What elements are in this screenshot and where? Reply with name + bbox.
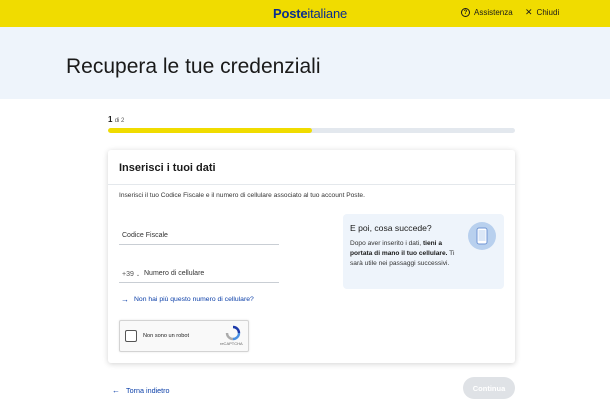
progress-bar — [108, 128, 515, 133]
poste-italiane-logo[interactable]: Posteitaliane — [273, 6, 347, 21]
chevron-down-icon: ⌄ — [135, 272, 141, 278]
form-title: Inserisci i tuoi dati — [119, 162, 216, 174]
step-total: di 2 — [114, 118, 125, 124]
recaptcha-icon — [225, 325, 241, 341]
phone-prefix-value: +39 — [122, 271, 134, 278]
phone-field[interactable]: +39 ⌄ Numero di cellulare — [119, 267, 279, 283]
step-current: 1 — [108, 115, 113, 124]
logo-light-text: italiane — [307, 6, 348, 21]
phone-prefix-select[interactable]: +39 ⌄ — [122, 271, 140, 278]
phone-icon — [468, 222, 496, 250]
question-circle-icon: ? — [461, 8, 470, 17]
info-box: E poi, cosa succede? Dopo aver inserito … — [343, 214, 504, 289]
hero-banner: Recupera le tue credenziali — [0, 27, 610, 99]
divider — [108, 184, 515, 185]
step-indicator: 1 di 2 — [108, 115, 124, 124]
page-title: Recupera le tue credenziali — [66, 55, 321, 78]
close-button[interactable]: ✕ Chiudi — [525, 7, 560, 18]
continue-button[interactable]: Continua — [463, 377, 515, 399]
arrow-right-icon: → — [121, 295, 129, 304]
info-text: Dopo aver inserito i dati, tieni a porta… — [350, 239, 460, 269]
phone-illustration — [476, 227, 488, 245]
back-link[interactable]: ← Torna indietro — [112, 386, 170, 395]
help-button[interactable]: ? Assistenza — [461, 8, 513, 17]
fiscal-code-field[interactable]: Codice Fiscale — [119, 229, 279, 245]
arrow-left-icon: ← — [112, 386, 120, 395]
help-label: Assistenza — [474, 8, 513, 17]
close-icon: ✕ — [525, 7, 533, 17]
progress-fill — [108, 128, 312, 133]
captcha-label: Non sono un robot — [143, 333, 190, 339]
form-card: Inserisci i tuoi dati Inserisci il tuo C… — [108, 150, 515, 363]
form-description: Inserisci il tuo Codice Fiscale e il num… — [119, 192, 365, 199]
captcha-brand: reCAPTCHA — [220, 341, 243, 346]
back-label: Torna indietro — [126, 386, 170, 395]
fiscal-code-label: Codice Fiscale — [122, 232, 168, 239]
phone-label: Numero di cellulare — [144, 270, 205, 277]
close-label: Chiudi — [536, 8, 560, 17]
lost-number-link[interactable]: → Non hai più questo numero di cellulare… — [121, 295, 254, 304]
captcha-checkbox[interactable] — [125, 330, 137, 342]
top-bar: Posteitaliane ? Assistenza ✕ Chiudi — [0, 0, 610, 27]
lost-number-label: Non hai più questo numero di cellulare? — [134, 296, 254, 303]
info-title: E poi, cosa succede? — [350, 223, 432, 233]
info-text-1: Dopo aver inserito i dati, — [350, 240, 423, 247]
recaptcha-widget: Non sono un robot reCAPTCHA — [119, 320, 249, 352]
logo-bold-text: Poste — [273, 6, 308, 21]
